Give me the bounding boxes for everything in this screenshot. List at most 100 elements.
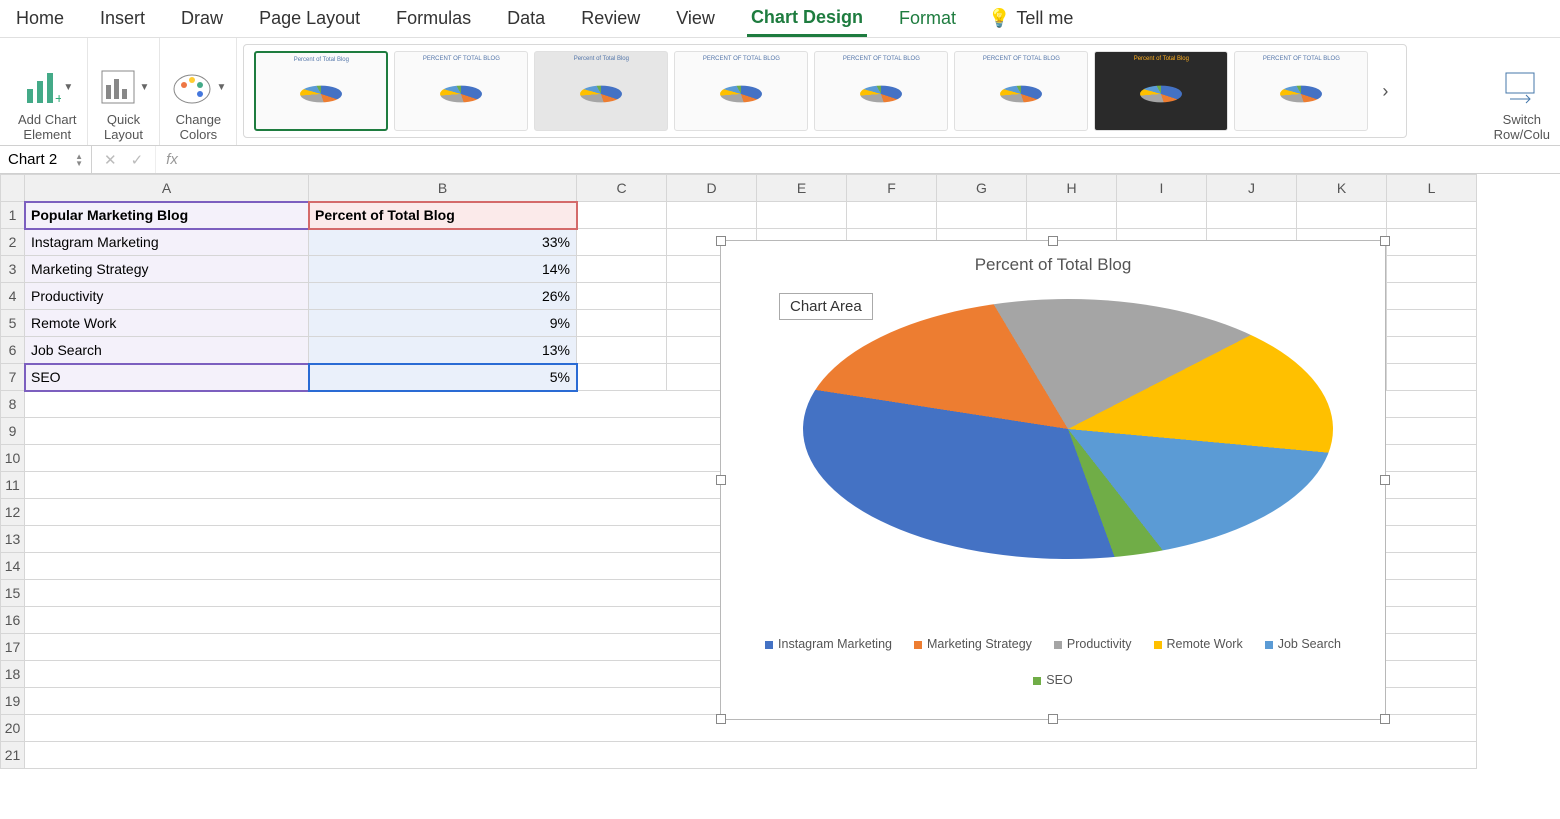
- cell[interactable]: [577, 202, 667, 229]
- row-header[interactable]: 7: [1, 364, 25, 391]
- cell-a6[interactable]: Job Search: [25, 337, 309, 364]
- cell[interactable]: [577, 283, 667, 310]
- col-header-e[interactable]: E: [757, 175, 847, 202]
- cell[interactable]: [1387, 202, 1477, 229]
- row-header[interactable]: 18: [1, 661, 25, 688]
- chart-style-8[interactable]: PERCENT OF TOTAL BLOG: [1234, 51, 1368, 131]
- name-box[interactable]: Chart 2 ▲▼: [0, 146, 92, 173]
- row-header[interactable]: 3: [1, 256, 25, 283]
- chart-style-2[interactable]: PERCENT OF TOTAL BLOG: [394, 51, 528, 131]
- row-header[interactable]: 12: [1, 499, 25, 526]
- cell-b2[interactable]: 33%: [309, 229, 577, 256]
- col-header-b[interactable]: B: [309, 175, 577, 202]
- tab-formulas[interactable]: Formulas: [392, 2, 475, 35]
- row-header[interactable]: 11: [1, 472, 25, 499]
- chart-style-1[interactable]: Percent of Total Blog: [254, 51, 388, 131]
- cell[interactable]: [577, 256, 667, 283]
- row-header[interactable]: 20: [1, 715, 25, 742]
- cell-b7[interactable]: 5%: [309, 364, 577, 391]
- row-header[interactable]: 17: [1, 634, 25, 661]
- col-header-g[interactable]: G: [937, 175, 1027, 202]
- col-header-a[interactable]: A: [25, 175, 309, 202]
- cell[interactable]: [1387, 229, 1477, 256]
- row-header[interactable]: 4: [1, 283, 25, 310]
- cell-a1[interactable]: Popular Marketing Blog: [25, 202, 309, 229]
- col-header-j[interactable]: J: [1207, 175, 1297, 202]
- switch-row-column[interactable]: Switch Row/Colu: [1484, 38, 1560, 145]
- tab-view[interactable]: View: [672, 2, 719, 35]
- row-header[interactable]: 21: [1, 742, 25, 769]
- legend-item[interactable]: Productivity: [1054, 637, 1132, 651]
- add-chart-element[interactable]: + ▼ Add Chart Element: [8, 38, 88, 145]
- tab-page-layout[interactable]: Page Layout: [255, 2, 364, 35]
- cell-b1[interactable]: Percent of Total Blog: [309, 202, 577, 229]
- cell[interactable]: [1387, 364, 1477, 391]
- row-header[interactable]: 9: [1, 418, 25, 445]
- cell-b3[interactable]: 14%: [309, 256, 577, 283]
- tab-review[interactable]: Review: [577, 2, 644, 35]
- cell[interactable]: [1387, 256, 1477, 283]
- resize-handle[interactable]: [1380, 236, 1390, 246]
- row-header[interactable]: 5: [1, 310, 25, 337]
- cell-a7[interactable]: SEO: [25, 364, 309, 391]
- chart-style-7[interactable]: Percent of Total Blog: [1094, 51, 1228, 131]
- name-box-stepper[interactable]: ▲▼: [75, 153, 83, 167]
- row-header[interactable]: 8: [1, 391, 25, 418]
- chart-object[interactable]: Percent of Total Blog Chart Area Instagr…: [720, 240, 1386, 720]
- col-header-f[interactable]: F: [847, 175, 937, 202]
- col-header-k[interactable]: K: [1297, 175, 1387, 202]
- pie-chart[interactable]: [773, 289, 1333, 629]
- resize-handle[interactable]: [716, 236, 726, 246]
- resize-handle[interactable]: [1048, 714, 1058, 724]
- row-header[interactable]: 14: [1, 553, 25, 580]
- legend-item[interactable]: Marketing Strategy: [914, 637, 1032, 651]
- col-header-h[interactable]: H: [1027, 175, 1117, 202]
- cell-b5[interactable]: 9%: [309, 310, 577, 337]
- cell-b4[interactable]: 26%: [309, 283, 577, 310]
- cell[interactable]: [1387, 283, 1477, 310]
- cell[interactable]: [1117, 202, 1207, 229]
- tab-home[interactable]: Home: [12, 2, 68, 35]
- row-header[interactable]: 1: [1, 202, 25, 229]
- cell[interactable]: [25, 742, 1477, 769]
- chart-style-3[interactable]: Percent of Total Blog: [534, 51, 668, 131]
- resize-handle[interactable]: [716, 714, 726, 724]
- cell[interactable]: [1297, 202, 1387, 229]
- cell-a3[interactable]: Marketing Strategy: [25, 256, 309, 283]
- row-header[interactable]: 15: [1, 580, 25, 607]
- cell-b6[interactable]: 13%: [309, 337, 577, 364]
- legend-item[interactable]: Remote Work: [1154, 637, 1243, 651]
- cell[interactable]: [1387, 337, 1477, 364]
- row-header[interactable]: 10: [1, 445, 25, 472]
- cell[interactable]: [1027, 202, 1117, 229]
- cell[interactable]: [577, 310, 667, 337]
- row-header[interactable]: 16: [1, 607, 25, 634]
- resize-handle[interactable]: [1048, 236, 1058, 246]
- change-colors[interactable]: ▼ Change Colors: [160, 38, 237, 145]
- gallery-more-button[interactable]: ›: [1374, 81, 1396, 102]
- legend-item[interactable]: Instagram Marketing: [765, 637, 892, 651]
- accept-formula-icon[interactable]: ✓: [131, 151, 144, 169]
- cell[interactable]: [1207, 202, 1297, 229]
- cell-a4[interactable]: Productivity: [25, 283, 309, 310]
- chart-title[interactable]: Percent of Total Blog: [721, 255, 1385, 275]
- legend-item[interactable]: Job Search: [1265, 637, 1341, 651]
- tab-chart-design[interactable]: Chart Design: [747, 1, 867, 37]
- chart-style-5[interactable]: PERCENT OF TOTAL BLOG: [814, 51, 948, 131]
- cell[interactable]: [577, 337, 667, 364]
- cancel-formula-icon[interactable]: ✕: [104, 151, 117, 169]
- chart-style-4[interactable]: PERCENT OF TOTAL BLOG: [674, 51, 808, 131]
- resize-handle[interactable]: [716, 475, 726, 485]
- resize-handle[interactable]: [1380, 714, 1390, 724]
- tab-insert[interactable]: Insert: [96, 2, 149, 35]
- cell[interactable]: [577, 364, 667, 391]
- col-header-i[interactable]: I: [1117, 175, 1207, 202]
- row-header[interactable]: 13: [1, 526, 25, 553]
- legend-item[interactable]: SEO: [1033, 673, 1072, 687]
- cell[interactable]: [757, 202, 847, 229]
- col-header-d[interactable]: D: [667, 175, 757, 202]
- cell-a2[interactable]: Instagram Marketing: [25, 229, 309, 256]
- cell[interactable]: [937, 202, 1027, 229]
- row-header[interactable]: 19: [1, 688, 25, 715]
- tell-me[interactable]: 💡 Tell me: [988, 8, 1073, 29]
